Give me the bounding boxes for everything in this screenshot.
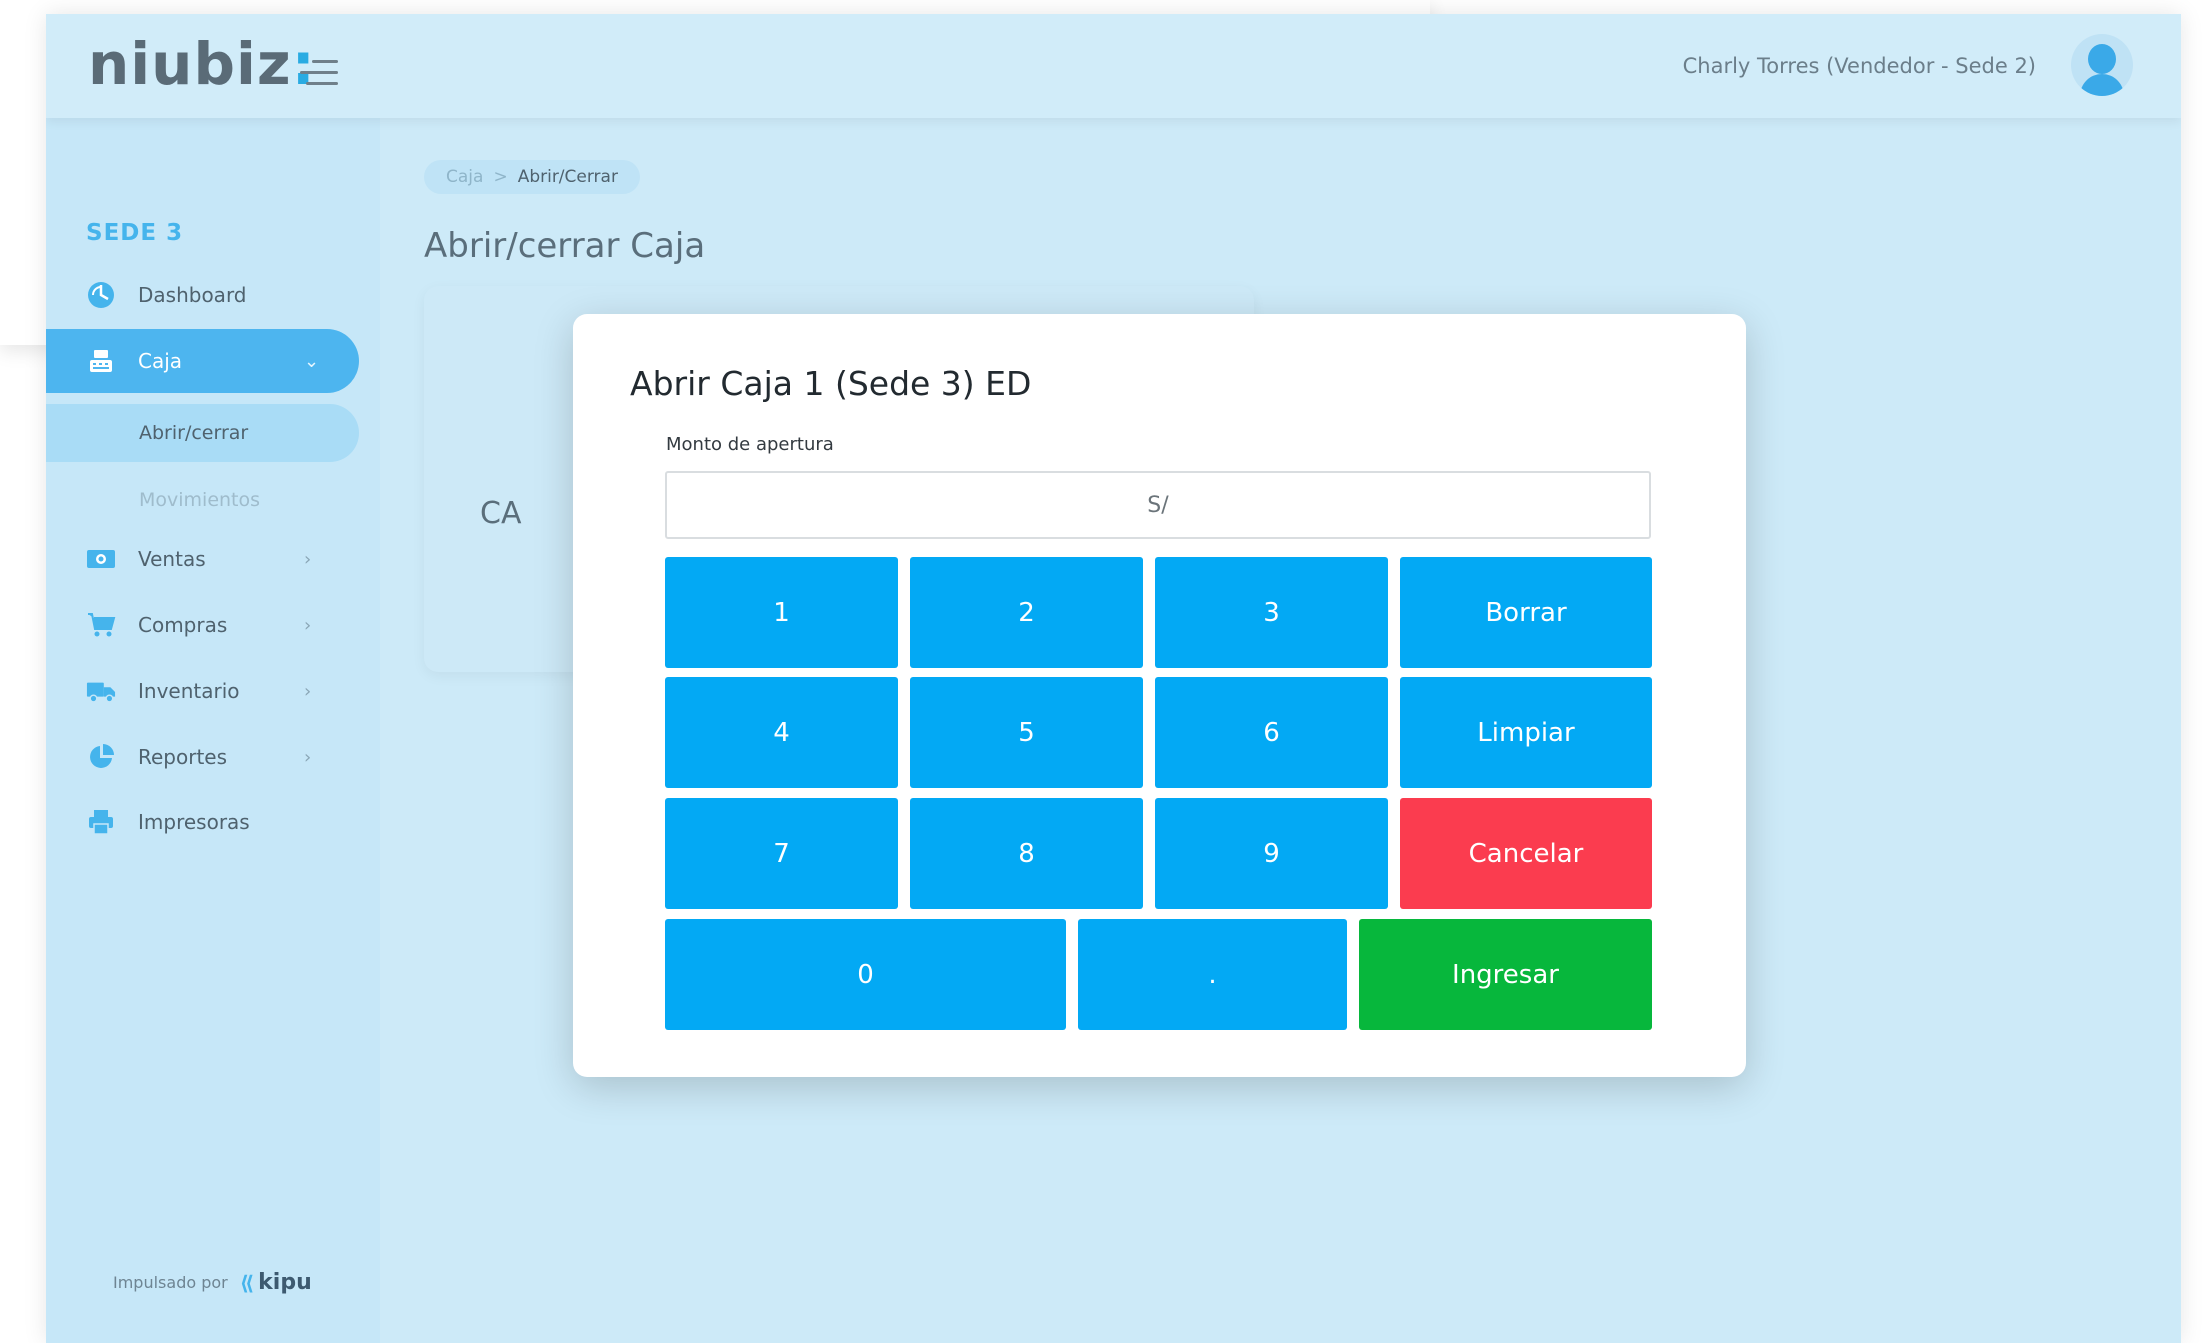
breadcrumb-separator: > [493,167,508,187]
sidebar-item-label: Caja [138,349,183,373]
key-0-button[interactable]: 0 [665,919,1066,1030]
sidebar-item-label: Dashboard [138,283,247,307]
user-name: Charly Torres (Vendedor - Sede 2) [1682,54,2036,78]
sidebar-item-label: Reportes [138,745,228,769]
key-2-button[interactable]: 2 [910,557,1143,668]
sidebar-subitem-movimientos[interactable]: Movimientos [46,471,359,529]
amount-input[interactable] [665,471,1651,539]
amount-field-label: Monto de apertura [666,434,834,455]
chevron-right-icon: › [304,548,312,570]
sidebar-item-label: Inventario [138,679,240,703]
sidebar-item-ventas[interactable]: Ventas › [46,527,359,591]
sidebar-item-label: Ventas [138,547,206,571]
key-5-button[interactable]: 5 [910,677,1143,788]
key-8-button[interactable]: 8 [910,798,1143,909]
pie-chart-icon [86,742,116,772]
key-7-button[interactable]: 7 [665,798,898,909]
sidebar-item-reportes[interactable]: Reportes › [46,725,359,789]
cancelar-button[interactable]: Cancelar [1400,798,1652,909]
key-1-button[interactable]: 1 [665,557,898,668]
limpiar-button[interactable]: Limpiar [1400,677,1652,788]
app-window: niubiz: Charly Torres (Vendedor - Sede 2… [46,14,2181,1343]
sede-label: SEDE 3 [86,220,184,246]
borrar-button[interactable]: Borrar [1400,557,1652,668]
sidebar-subitem-label: Movimientos [139,489,261,511]
truck-icon [86,676,116,706]
powered-by-label: Impulsado por [113,1273,228,1292]
money-icon [86,544,116,574]
key-4-button[interactable]: 4 [665,677,898,788]
user-avatar-icon[interactable] [2071,34,2133,96]
sidebar-item-inventario[interactable]: Inventario › [46,659,359,723]
niubiz-logo[interactable]: niubiz: [88,30,316,98]
key-dot-button[interactable]: . [1078,919,1347,1030]
sidebar: SEDE 3 Dashboard Caja ⌄ Abrir/cerrar Mov… [46,118,380,1343]
chevron-right-icon: › [304,680,312,702]
caja-card-title: CA [480,496,522,531]
cart-icon [86,610,116,640]
chevron-down-icon: ⌄ [304,350,320,372]
breadcrumb-current: Abrir/Cerrar [517,167,618,187]
modal-title: Abrir Caja 1 (Sede 3) ED [630,364,1032,403]
printer-icon [86,807,116,837]
sidebar-item-label: Impresoras [138,810,250,834]
sidebar-item-caja[interactable]: Caja ⌄ [46,329,359,393]
page-title: Abrir/cerrar Caja [424,226,706,266]
key-3-button[interactable]: 3 [1155,557,1388,668]
sidebar-subitem-label: Abrir/cerrar [139,422,249,444]
sidebar-subitem-abrir-cerrar[interactable]: Abrir/cerrar [46,404,359,462]
sidebar-item-compras[interactable]: Compras › [46,593,359,657]
ingresar-button[interactable]: Ingresar [1359,919,1652,1030]
cash-register-icon [86,346,116,376]
kipu-logo[interactable]: ⟪ kipu [240,1270,312,1295]
chevron-right-icon: › [304,614,312,636]
top-header: niubiz: Charly Torres (Vendedor - Sede 2… [46,14,2181,118]
kipu-mark-icon: ⟪ [239,1270,255,1295]
breadcrumb: Caja > Abrir/Cerrar [424,160,640,194]
key-6-button[interactable]: 6 [1155,677,1388,788]
dashboard-icon [86,280,116,310]
sidebar-item-dashboard[interactable]: Dashboard [46,263,359,327]
sidebar-item-impresoras[interactable]: Impresoras [46,790,359,854]
chevron-right-icon: › [304,746,312,768]
sidebar-item-label: Compras [138,613,228,637]
menu-toggle-icon[interactable] [298,58,338,88]
key-9-button[interactable]: 9 [1155,798,1388,909]
breadcrumb-parent[interactable]: Caja [446,167,483,187]
powered-by: Impulsado por ⟪ kipu [113,1270,312,1295]
open-register-modal: Abrir Caja 1 (Sede 3) ED Monto de apertu… [573,314,1746,1077]
